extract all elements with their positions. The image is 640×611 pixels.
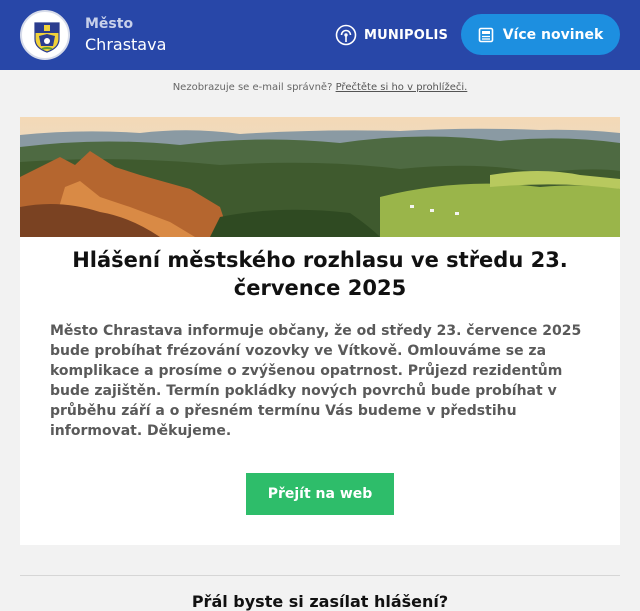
newspaper-icon (478, 27, 494, 42)
munipolis-brand-text: MUNIPOLIS (364, 27, 449, 43)
landscape-photo (20, 117, 620, 237)
header-bar: Město Chrastava MUNIPOLIS Více novinek (0, 0, 640, 70)
view-in-browser-link[interactable]: Přečtěte si ho v prohlížeči. (336, 82, 468, 93)
more-news-button[interactable]: Více novinek (461, 14, 620, 55)
view-in-browser-notice: Nezobrazuje se e-mail správně? Přečtěte … (0, 82, 640, 93)
article-body: Město Chrastava informuje občany, že od … (50, 323, 582, 439)
notice-text: Nezobrazuje se e-mail správně? (172, 82, 336, 93)
article-card: Hlášení městského rozhlasu ve středu 23.… (20, 117, 620, 545)
city-prefix: Město (85, 16, 134, 32)
coat-of-arms-icon (34, 22, 60, 53)
city-name[interactable]: Chrastava (85, 35, 166, 54)
city-logo[interactable] (20, 10, 70, 60)
article-title: Hlášení městského rozhlasu ve středu 23.… (72, 248, 568, 300)
munipolis-logo[interactable]: MUNIPOLIS (335, 24, 448, 46)
subscribe-heading: Přál byste si zasílat hlášení? (191, 592, 449, 611)
more-news-label: Více novinek (502, 26, 604, 43)
go-to-web-button[interactable]: Přejít na web (246, 473, 394, 515)
section-divider (20, 575, 620, 576)
broadcast-icon (335, 24, 357, 46)
